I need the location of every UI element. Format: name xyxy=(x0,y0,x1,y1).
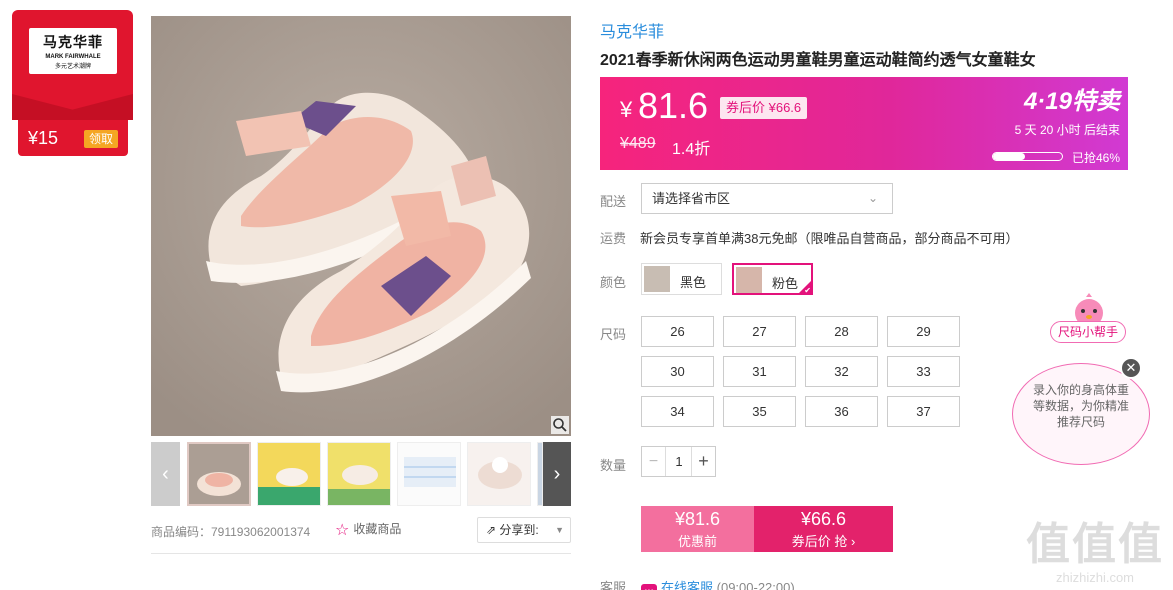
pre-price: ¥81.6 xyxy=(674,509,721,529)
chevron-down-icon: ⌄ xyxy=(867,191,878,205)
size-option[interactable]: 26 xyxy=(641,316,714,347)
thumbnail-2[interactable] xyxy=(257,442,321,506)
size-option[interactable]: 35 xyxy=(723,396,796,427)
share-dropdown[interactable]: ⇗ 分享到: ▼ xyxy=(477,517,571,543)
gallery-footer: 商品编码：791193062001374 ☆ 收藏商品 ⇗ 分享到: ▼ xyxy=(151,517,571,544)
service-hours: (09:00-22:00) xyxy=(716,580,795,590)
after-price: ¥66.6 xyxy=(800,509,847,529)
color-name: 粉色 xyxy=(772,276,799,291)
claim-button[interactable]: 领取 xyxy=(84,130,118,148)
thumb-image xyxy=(398,443,460,505)
shipping-label: 运费 xyxy=(600,231,627,246)
size-option[interactable]: 34 xyxy=(641,396,714,427)
color-swatch xyxy=(736,267,762,293)
logo-en: MARK FAIRWHALE xyxy=(45,54,101,60)
sold-label: 已抢46% xyxy=(1071,151,1120,165)
thumbnail-strip: ‹ › xyxy=(151,442,571,506)
color-swatch xyxy=(644,266,670,292)
discount-rate: 1.4折 xyxy=(672,141,711,158)
service-text: 在线客服 xyxy=(661,580,714,590)
chat-icon: ••• xyxy=(641,584,657,590)
thumbnail-4[interactable] xyxy=(397,442,461,506)
brand-link[interactable]: 马克华菲 xyxy=(600,18,664,42)
quantity-minus-button[interactable]: − xyxy=(642,447,666,476)
size-helper-widget[interactable]: 尺码小帮手 录入你的身高体重等数据，为你精准推荐尺码 ✕ xyxy=(1010,293,1160,468)
shipping-info: 新会员专享首单满38元免邮（限唯品自营商品，部分商品不可用） xyxy=(640,231,1019,246)
quantity-label: 数量 xyxy=(600,458,627,473)
check-icon: ✔ xyxy=(804,286,811,295)
current-price: 81.6 xyxy=(638,85,709,126)
star-icon: ☆ xyxy=(335,522,350,539)
share-label: 分享到: xyxy=(499,523,539,537)
size-option[interactable]: 28 xyxy=(805,316,878,347)
buy-original-button[interactable]: ¥81.6 优惠前 xyxy=(641,506,754,552)
product-code: 商品编码：791193062001374 xyxy=(151,525,311,539)
size-option[interactable]: 33 xyxy=(887,356,960,387)
favorite-button[interactable]: ☆ 收藏商品 xyxy=(335,520,401,540)
original-price: ¥489 xyxy=(620,135,656,152)
quantity-stepper: − 1 + xyxy=(641,446,716,477)
size-option[interactable]: 27 xyxy=(723,316,796,347)
thumb-image xyxy=(468,443,530,505)
thumbnail-5[interactable] xyxy=(467,442,531,506)
countdown-text: 5 天 20 小时 后结束 xyxy=(1014,123,1120,137)
product-title: 2021春季新休闲两色运动男童鞋男童运动鞋简约透气女童鞋女 xyxy=(600,52,1036,69)
brand-logo: 马克华菲 MARK FAIRWHALE 多元艺术潮牌 xyxy=(29,28,117,74)
size-option[interactable]: 30 xyxy=(641,356,714,387)
thumb-image xyxy=(189,444,249,504)
region-select[interactable]: 请选择省市区 ⌄ xyxy=(641,183,893,214)
price-box: ¥ 81.6 券后价 ¥66.6 ¥489 1.4折 4·19特卖 5 天 20… xyxy=(600,77,1128,170)
size-option[interactable]: 36 xyxy=(805,396,878,427)
thumbnail-1[interactable] xyxy=(187,442,251,506)
sold-progress-bar xyxy=(992,152,1063,161)
after-coupon-badge: 券后价 ¥66.6 xyxy=(720,97,808,119)
logo-cn: 马克华菲 xyxy=(43,34,103,50)
size-option[interactable]: 29 xyxy=(887,316,960,347)
color-name: 黑色 xyxy=(680,275,707,290)
price-currency: ¥ xyxy=(620,97,633,122)
color-option-pink[interactable]: 粉色 ✔ xyxy=(732,263,813,295)
share-icon: ⇗ xyxy=(486,523,500,537)
close-icon[interactable]: ✕ xyxy=(1120,357,1142,379)
favorite-label: 收藏商品 xyxy=(353,522,402,536)
watermark: 值值值 zhizhizhi.com xyxy=(1020,508,1170,588)
coupon-amount: ¥15 xyxy=(28,128,59,148)
shoes-image xyxy=(151,16,571,436)
region-select-value: 请选择省市区 xyxy=(652,191,731,206)
sold-progress-fill xyxy=(993,153,1025,160)
chevron-down-icon: ▼ xyxy=(555,525,564,535)
watermark-logo: 值值值 xyxy=(1026,520,1164,569)
thumb-image xyxy=(328,443,390,505)
color-label: 颜色 xyxy=(600,275,627,290)
quantity-input[interactable]: 1 xyxy=(666,447,692,476)
size-helper-tag[interactable]: 尺码小帮手 xyxy=(1050,321,1126,343)
main-product-image[interactable] xyxy=(151,16,571,436)
thumb-next-button[interactable]: › xyxy=(543,442,571,506)
event-title: 4·19特卖 xyxy=(1023,88,1120,115)
zoom-icon[interactable] xyxy=(551,416,569,434)
pre-label: 优惠前 xyxy=(677,534,717,549)
color-option-black[interactable]: 黑色 xyxy=(641,263,722,295)
quantity-plus-button[interactable]: + xyxy=(691,447,715,476)
size-label: 尺码 xyxy=(600,327,627,342)
after-label: 券后价 抢 › xyxy=(791,534,856,549)
size-option[interactable]: 31 xyxy=(723,356,796,387)
service-label: 客服 xyxy=(600,580,627,590)
coupon-bottom: ¥15 领取 xyxy=(18,120,128,156)
size-option[interactable]: 32 xyxy=(805,356,878,387)
thumb-image xyxy=(258,443,320,505)
watermark-url: zhizhizhi.com xyxy=(1055,570,1135,585)
logo-sub: 多元艺术潮牌 xyxy=(54,64,91,70)
buy-coupon-button[interactable]: ¥66.6 券后价 抢 › xyxy=(754,506,893,552)
coupon-badge[interactable]: 马克华菲 MARK FAIRWHALE 多元艺术潮牌 ¥15 领取 xyxy=(12,10,133,156)
delivery-label: 配送 xyxy=(600,194,627,209)
size-option[interactable]: 37 xyxy=(887,396,960,427)
divider xyxy=(151,553,571,554)
thumb-prev-button[interactable]: ‹ xyxy=(151,442,180,506)
thumbnail-3[interactable] xyxy=(327,442,391,506)
online-service-link[interactable]: ••• 在线客服 (09:00-22:00) xyxy=(641,577,795,590)
